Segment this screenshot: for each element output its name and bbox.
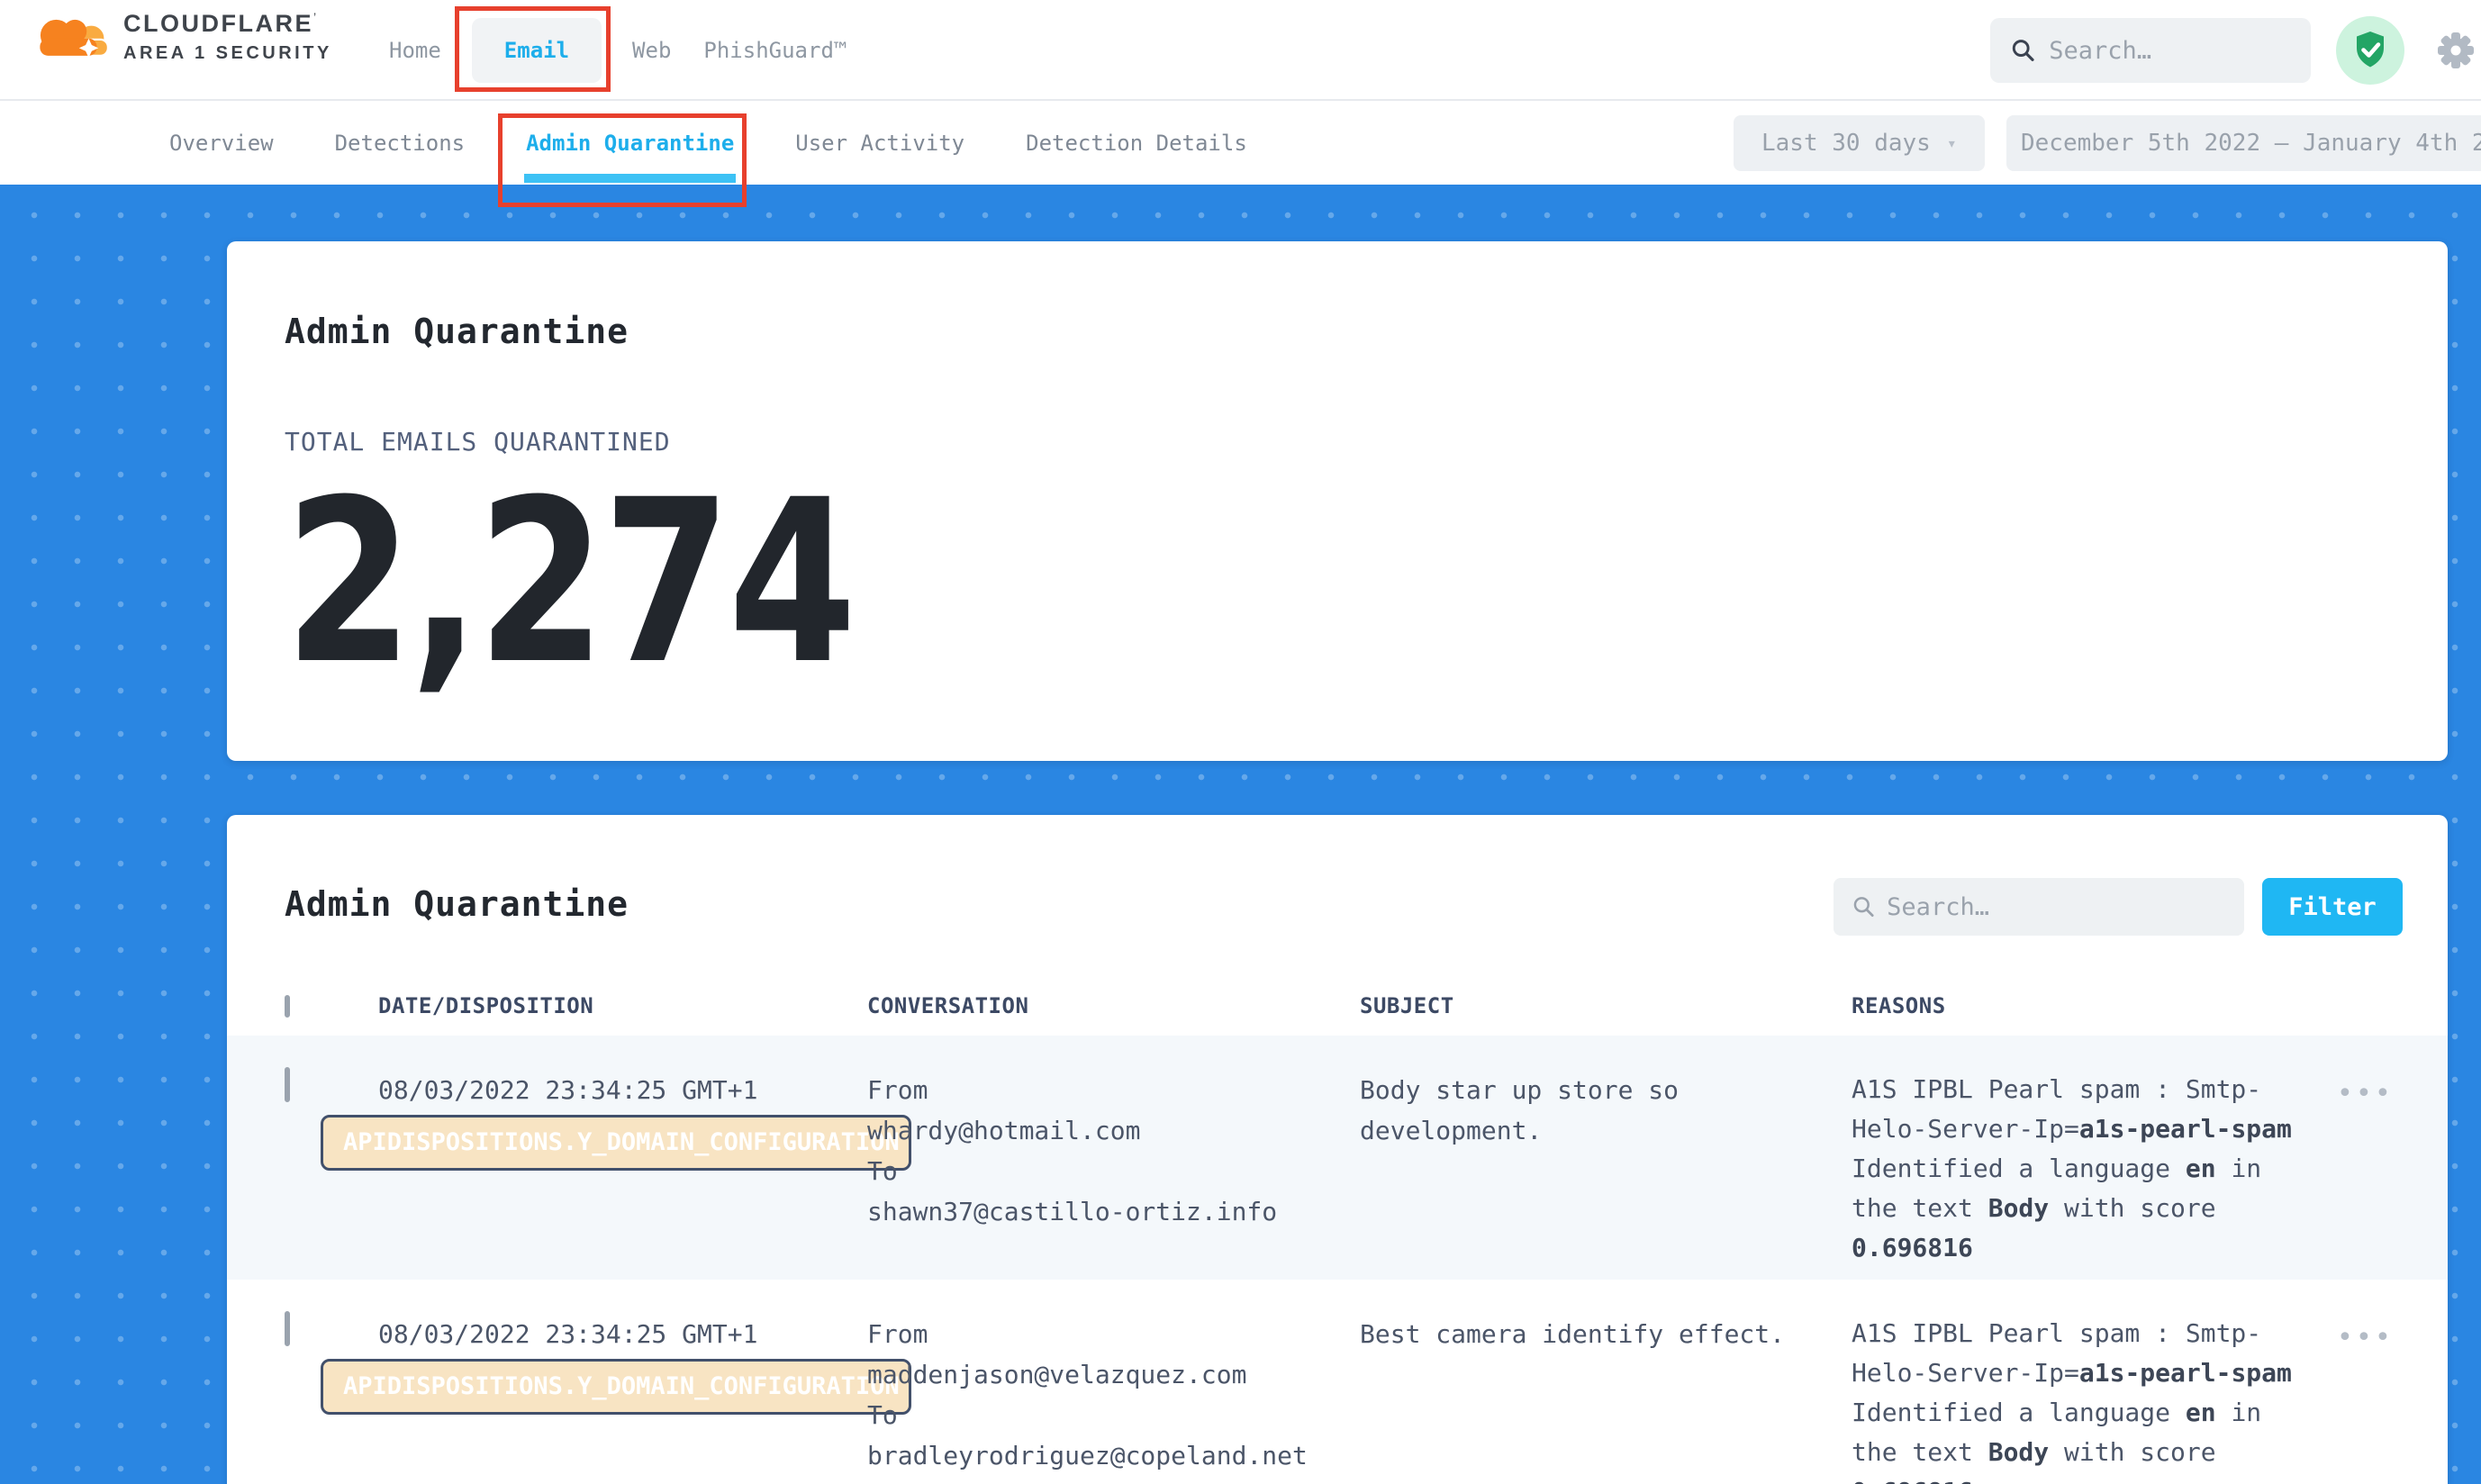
summary-card-title: Admin Quarantine: [285, 311, 2390, 352]
column-header-conversation: CONVERSATION: [867, 993, 1360, 1018]
cell-reasons: A1S IPBL Pearl spam : Smtp-Helo-Server-I…: [1852, 1314, 2302, 1484]
column-header-reasons: REASONS: [1852, 993, 2305, 1018]
table-row[interactable]: 08/03/2022 23:34:25 GMT+1 From maddenjas…: [227, 1280, 2448, 1484]
cell-conversation: From maddenjason@velazquez.com To bradle…: [867, 1314, 1360, 1484]
search-icon: [1852, 893, 1876, 920]
reason-segment-bold: Body: [1988, 1193, 2049, 1223]
row-actions-menu-icon[interactable]: •••: [2337, 1325, 2394, 1484]
main-nav: Home Email Web PhishGuard™: [387, 0, 848, 101]
summary-card: Admin Quarantine TOTAL EMAILS QUARANTINE…: [227, 241, 2448, 761]
top-header: CLOUDFLARE’ AREA 1 SECURITY Home Email W…: [0, 0, 2481, 101]
date-range-text: December 5th 2022 — January 4th 2023: [2021, 130, 2481, 157]
global-search[interactable]: [1990, 18, 2311, 83]
reason-segment-bold: en: [2186, 1398, 2216, 1427]
time-range-label: Last 30 days: [1761, 130, 1931, 157]
table-card-title: Admin Quarantine: [285, 883, 629, 925]
reason-segment: with score: [2049, 1193, 2215, 1223]
table-card-header: Admin Quarantine Filter: [227, 883, 2448, 936]
table-header-row: DATE/DISPOSITION CONVERSATION SUBJECT RE…: [227, 976, 2448, 1036]
reason-segment-bold: a1s-pearl-spam: [2079, 1114, 2292, 1144]
search-icon: [2010, 35, 2036, 66]
cell-date: 08/03/2022 23:34:25 GMT+1: [378, 1070, 867, 1280]
select-all-checkbox[interactable]: [285, 995, 290, 1018]
cloudflare-cloud-icon: [30, 9, 116, 65]
chevron-down-icon: ▾: [1947, 134, 1957, 153]
tab-detections[interactable]: Detections: [334, 127, 466, 159]
nav-web[interactable]: Web: [630, 32, 673, 68]
to-address: shawn37@castillo-ortiz.info: [867, 1191, 1360, 1232]
row-checkbox[interactable]: [285, 1067, 290, 1102]
column-header-subject: SUBJECT: [1360, 993, 1852, 1018]
reason-segment-bold: en: [2186, 1154, 2216, 1183]
reason-segment-bold: a1s-pearl-spam: [2079, 1358, 2292, 1388]
metric-value: 2,274: [285, 470, 2011, 695]
tab-detection-details[interactable]: Detection Details: [1025, 127, 1248, 159]
nav-home[interactable]: Home: [387, 32, 443, 68]
nav-phishguard[interactable]: PhishGuard™: [702, 32, 848, 68]
to-label: To: [867, 1395, 1360, 1435]
cell-subject: Best camera identify effect.: [1360, 1314, 1810, 1484]
reason-segment: Identified a language: [1852, 1398, 2186, 1427]
from-address: maddenjason@velazquez.com: [867, 1354, 1360, 1395]
disposition-badge: APIDISPOSITIONS.Y_DOMAIN_CONFIGURATION: [321, 1359, 911, 1415]
to-address: bradleyrodriguez@copeland.net: [867, 1435, 1360, 1476]
reason-segment: Identified a language: [1852, 1154, 2186, 1183]
row-checkbox[interactable]: [285, 1311, 290, 1346]
page: CLOUDFLARE’ AREA 1 SECURITY Home Email W…: [0, 0, 2481, 1484]
filter-button[interactable]: Filter: [2262, 878, 2403, 936]
reason-segment-bold: 0.696816: [1852, 1477, 1973, 1484]
table-row[interactable]: 08/03/2022 23:34:25 GMT+1 From whardy@ho…: [227, 1036, 2448, 1280]
column-header-date: DATE/DISPOSITION: [378, 993, 867, 1018]
brand-trademark: ’: [313, 10, 316, 24]
subnav-tabs: Overview Detections Admin Quarantine Use…: [168, 101, 1248, 185]
time-range-dropdown[interactable]: Last 30 days ▾: [1734, 115, 1985, 171]
brand-subtitle: AREA 1 SECURITY: [123, 43, 332, 64]
logo-text: CLOUDFLARE’ AREA 1 SECURITY: [123, 10, 332, 64]
table-controls: Filter: [1834, 878, 2403, 936]
email-subnav: Overview Detections Admin Quarantine Use…: [0, 101, 2481, 185]
date-range-display[interactable]: December 5th 2022 — January 4th 2023: [2006, 115, 2481, 171]
reason-segment: with score: [2049, 1437, 2215, 1467]
cell-subject: Body star up store so development.: [1360, 1070, 1810, 1280]
content-area: Admin Quarantine TOTAL EMAILS QUARANTINE…: [0, 185, 2481, 1484]
cell-reasons: A1S IPBL Pearl spam : Smtp-Helo-Server-I…: [1852, 1070, 2302, 1280]
reason-segment-bold: 0.696816: [1852, 1233, 1973, 1262]
settings-gear-icon[interactable]: [2435, 30, 2476, 71]
quarantine-table-card: Admin Quarantine Filter DATE/DISPOSITION: [227, 815, 2448, 1484]
global-search-input[interactable]: [2049, 37, 2291, 65]
from-label: From: [867, 1070, 1360, 1110]
table-search[interactable]: [1834, 878, 2244, 936]
brand-name: CLOUDFLARE: [123, 10, 313, 37]
tab-overview[interactable]: Overview: [168, 127, 275, 159]
from-address: whardy@hotmail.com: [867, 1110, 1360, 1151]
protection-status-icon[interactable]: [2336, 16, 2404, 85]
cloudflare-logo[interactable]: CLOUDFLARE’ AREA 1 SECURITY: [30, 9, 332, 65]
tab-user-activity[interactable]: User Activity: [794, 127, 965, 159]
to-label: To: [867, 1151, 1360, 1191]
tab-admin-quarantine[interactable]: Admin Quarantine: [525, 127, 735, 159]
reason-segment-bold: Body: [1988, 1437, 2049, 1467]
header-actions: [1990, 16, 2476, 85]
row-actions-menu-icon[interactable]: •••: [2337, 1081, 2394, 1280]
cell-conversation: From whardy@hotmail.com To shawn37@casti…: [867, 1070, 1360, 1280]
disposition-badge: APIDISPOSITIONS.Y_DOMAIN_CONFIGURATION: [321, 1115, 911, 1171]
from-label: From: [867, 1314, 1360, 1354]
nav-email[interactable]: Email: [472, 18, 602, 83]
table-search-input[interactable]: [1887, 893, 2226, 921]
